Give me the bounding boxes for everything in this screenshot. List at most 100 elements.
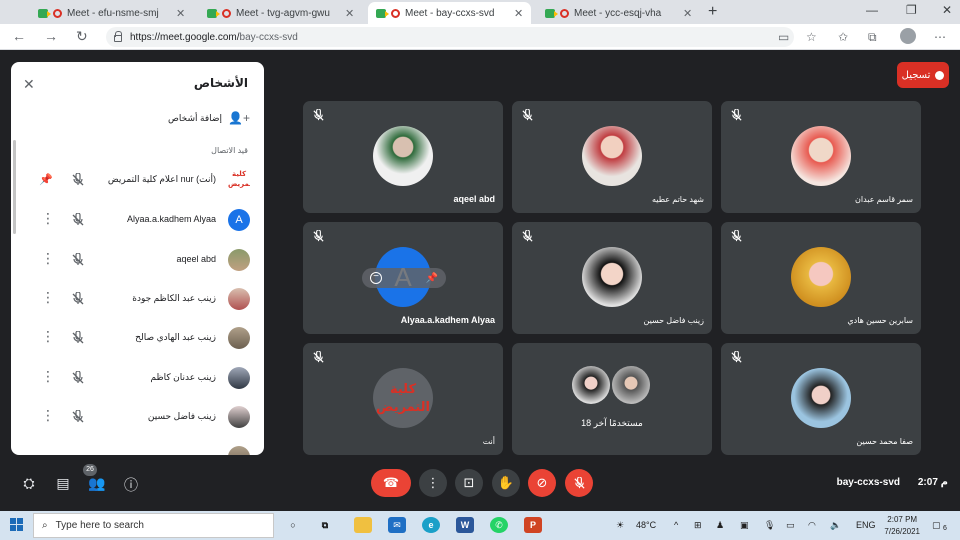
battery-icon[interactable]: ▭ — [786, 520, 795, 531]
participant-row[interactable]: ⋮ زينب فاضل حسين — [11, 399, 264, 435]
mic-off-icon — [72, 213, 84, 226]
system-clock[interactable]: 2:07 PM 7/26/2021 — [884, 514, 920, 538]
raise-hand-button[interactable]: ✋ — [492, 469, 520, 497]
participant-tile[interactable]: سمر قاسم عبدان — [721, 101, 921, 213]
tray-chevron-icon[interactable]: ^ — [674, 520, 678, 530]
pin-icon[interactable]: 📌 — [426, 273, 438, 284]
browser-tab-4[interactable]: Meet - ycc-esqj-vha ✕ — [537, 2, 700, 24]
mic-off-icon — [72, 173, 84, 186]
browser-tab-1[interactable]: Meet - efu-nsme-smj ✕ — [30, 2, 193, 24]
leave-call-button[interactable]: ☎ — [371, 469, 411, 497]
meet-icon — [545, 8, 558, 18]
minimize-icon[interactable]: — — [866, 3, 878, 17]
info-icon[interactable]: ⓘ — [122, 475, 140, 493]
participant-avatar — [582, 126, 642, 186]
profile-avatar[interactable] — [900, 28, 916, 44]
participant-tile[interactable]: شهد حاتم عطيه — [512, 101, 712, 213]
participant-avatar — [373, 126, 433, 186]
self-tile[interactable]: كلية التمريض أنت — [303, 343, 503, 455]
participant-row[interactable]: ⋮ زينب عبد الكاظم جودة — [11, 281, 264, 317]
input-language[interactable]: ENG — [856, 520, 876, 530]
microphone-tray-icon[interactable]: 🎙 — [764, 520, 775, 531]
mic-toggle-button[interactable] — [565, 469, 593, 497]
recording-icon — [222, 8, 231, 18]
wifi-icon[interactable]: ◠ — [808, 520, 816, 531]
camera-toggle-button[interactable]: ⊘ — [528, 469, 556, 497]
url-field[interactable]: https://meet.google.com/bay-ccxs-svd — [106, 27, 794, 47]
participant-tile[interactable]: سابرين حسين هادي — [721, 222, 921, 334]
task-view-icon[interactable]: ⧉ — [316, 517, 334, 533]
reading-list-icon[interactable]: ☆ — [806, 30, 817, 44]
volume-icon[interactable]: 🔈 — [830, 520, 841, 531]
network-status-icon[interactable]: ⊞ — [694, 520, 702, 531]
more-options-icon[interactable]: ⋮ — [41, 408, 55, 422]
participant-tile[interactable]: aqeel abd — [303, 101, 503, 213]
mail-icon[interactable]: ✉ — [388, 517, 406, 533]
browser-tab-3[interactable]: Meet - bay-ccxs-svd ✕ — [368, 2, 532, 24]
participant-row[interactable]: 📌 اعلام كلية التمريض nur (أنت) كلية التم… — [11, 162, 264, 198]
close-tab-icon[interactable]: ✕ — [514, 7, 523, 20]
close-window-icon[interactable]: ✕ — [942, 3, 952, 17]
section-label: قيد الاتصال — [211, 146, 248, 155]
close-tab-icon[interactable]: ✕ — [345, 7, 354, 20]
people-icon[interactable]: 👥 — [88, 475, 106, 491]
remove-icon[interactable]: − — [370, 272, 382, 284]
word-icon[interactable]: W — [456, 517, 474, 533]
participant-row[interactable]: ⋮ زينب عدنان كاظم — [11, 360, 264, 396]
recording-label: تسجيل — [901, 69, 931, 81]
participant-tile[interactable]: زينب فاضل حسين — [512, 222, 712, 334]
more-options-icon[interactable]: ⋮ — [41, 251, 55, 265]
close-tab-icon[interactable]: ✕ — [176, 7, 185, 20]
maximize-icon[interactable]: ❐ — [906, 3, 917, 17]
whatsapp-icon[interactable]: ✆ — [490, 517, 508, 533]
present-button[interactable]: ⊡ — [455, 469, 483, 497]
clock-date: 7/26/2021 — [884, 527, 920, 536]
close-icon[interactable]: ✕ — [23, 76, 35, 93]
more-options-icon[interactable]: ⋮ — [41, 290, 55, 304]
chat-icon[interactable]: ▤ — [54, 475, 72, 491]
more-options-icon[interactable]: ⋮ — [41, 211, 55, 225]
cortana-icon[interactable]: ○ — [284, 517, 302, 533]
reload-icon[interactable]: ↻ — [76, 28, 88, 45]
people-tray-icon[interactable]: ♟ — [716, 520, 724, 531]
weather-icon[interactable]: ☀ — [616, 520, 624, 531]
edge-icon[interactable]: e — [422, 517, 440, 533]
participant-row-partial[interactable] — [11, 439, 264, 455]
new-tab-button[interactable]: + — [708, 3, 717, 21]
recording-button[interactable]: تسجيل — [897, 62, 949, 88]
back-icon[interactable]: ← — [12, 28, 26, 44]
others-tile[interactable]: 18 مستخدمًا آخر — [512, 343, 712, 455]
powerpoint-icon[interactable]: P — [524, 517, 542, 533]
activities-icon[interactable]: ⛭ — [20, 475, 38, 491]
windows-start-icon[interactable] — [10, 518, 24, 532]
close-tab-icon[interactable]: ✕ — [683, 7, 692, 20]
file-explorer-icon[interactable] — [354, 517, 372, 533]
browser-tab-2[interactable]: Meet - tvg-agvm-gwu ✕ — [199, 2, 362, 24]
participant-row[interactable]: ⋮ aqeel abd — [11, 242, 264, 278]
forward-icon[interactable]: → — [44, 28, 58, 44]
collections-icon[interactable]: ⧉ — [868, 30, 877, 45]
participant-avatar — [612, 366, 650, 404]
url-path: bay-ccxs-svd — [239, 31, 298, 43]
participant-row[interactable]: ⋮ زينب عبد الهادي صالح — [11, 320, 264, 356]
tray-app-icon[interactable]: ▣ — [740, 520, 749, 531]
more-options-icon[interactable]: ⋮ — [41, 369, 55, 383]
participant-tile[interactable]: A − 📌 Alyaa.a.kadhem Alyaa — [303, 222, 503, 334]
participant-tile[interactable]: صفا محمد حسين — [721, 343, 921, 455]
more-menu-icon[interactable]: ⋯ — [934, 30, 946, 44]
add-people-button[interactable]: إضافة أشخاص 👤+ — [168, 111, 250, 125]
notifications-icon[interactable]: ▢ — [932, 520, 941, 531]
mic-off-icon — [72, 253, 84, 266]
add-person-icon: 👤+ — [228, 111, 250, 125]
more-options-icon[interactable]: ⋮ — [41, 329, 55, 343]
taskbar-search-field[interactable]: ⌕ Type here to search — [33, 513, 274, 538]
camera-icon[interactable]: ▭ — [778, 30, 789, 44]
participant-row[interactable]: ⋮ Alyaa.a.kadhem Alyaa A — [11, 202, 264, 238]
clock-time: 2:07 PM — [887, 515, 918, 524]
more-options-button[interactable]: ⋮ — [419, 469, 447, 497]
participant-name: Alyaa.a.kadhem Alyaa — [126, 214, 216, 224]
participant-avatar — [791, 368, 851, 428]
pin-icon[interactable]: 📌 — [39, 173, 53, 186]
tab-title: Meet - ycc-esqj-vha — [574, 7, 662, 19]
favorites-icon[interactable]: ✩ — [838, 30, 848, 44]
